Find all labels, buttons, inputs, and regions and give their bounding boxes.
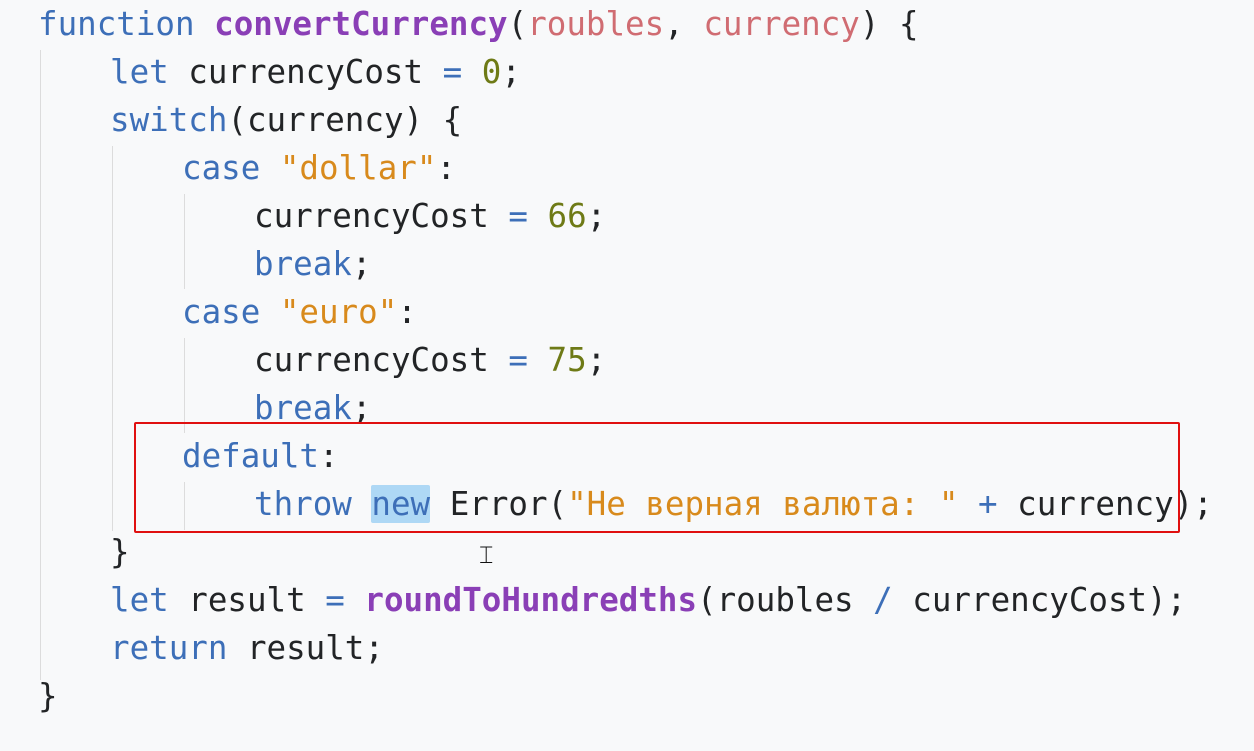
code-line[interactable]: currencyCost = 66;: [254, 192, 606, 240]
code-token: }: [38, 677, 58, 715]
code-token: ;: [586, 197, 607, 235]
code-token: result;: [227, 629, 384, 667]
code-token: switch: [110, 101, 228, 139]
code-token: 0: [481, 53, 502, 91]
code-line[interactable]: return result;: [110, 624, 384, 672]
code-token: }: [110, 533, 130, 571]
code-token: (currency) {: [227, 101, 463, 139]
code-token: (: [507, 5, 528, 43]
code-token: let: [110, 53, 169, 91]
code-token: return: [110, 629, 228, 667]
code-line[interactable]: let currencyCost = 0;: [110, 48, 521, 96]
code-token: =: [325, 581, 345, 619]
code-token: function: [38, 5, 195, 43]
code-editor[interactable]: function convertCurrency(roubles, curren…: [0, 0, 1254, 751]
code-token: :: [397, 293, 417, 331]
code-token: ,: [664, 5, 704, 43]
code-token: "euro": [279, 293, 398, 331]
code-token: (roubles: [697, 581, 874, 619]
code-token: convertCurrency: [214, 5, 508, 43]
annotation-highlight-box: [134, 422, 1180, 533]
code-token: ;: [501, 53, 521, 91]
text-cursor-icon: ⌶: [479, 541, 494, 569]
indent-guide-case-euro: [184, 338, 185, 433]
code-line[interactable]: case "euro":: [182, 288, 417, 336]
code-token: currencyCost: [168, 53, 443, 91]
code-token: =: [442, 53, 463, 91]
code-token: roundToHundredths: [364, 581, 698, 619]
code-token: currencyCost: [254, 197, 509, 235]
code-token: ;: [586, 341, 607, 379]
code-token: ;: [351, 245, 372, 283]
code-token: 66: [547, 197, 587, 235]
code-token: case: [182, 149, 261, 187]
code-token: /: [873, 581, 893, 619]
code-line[interactable]: break;: [254, 240, 371, 288]
indent-guide-case-dollar: [184, 194, 185, 289]
code-token: currencyCost);: [892, 581, 1187, 619]
code-line[interactable]: let result = roundToHundredths(roubles /…: [110, 576, 1186, 624]
code-token: let: [110, 581, 169, 619]
code-line[interactable]: currencyCost = 75;: [254, 336, 606, 384]
code-token: "dollar": [279, 149, 437, 187]
code-token: roubles: [527, 5, 665, 43]
code-line[interactable]: function convertCurrency(roubles, curren…: [38, 0, 919, 48]
code-token: ) {: [859, 5, 919, 43]
code-token: 75: [547, 341, 587, 379]
code-token: result: [168, 581, 326, 619]
indent-guide-function-body: [40, 50, 41, 680]
code-line[interactable]: switch(currency) {: [110, 96, 462, 144]
code-line[interactable]: case "dollar":: [182, 144, 456, 192]
code-token: currency: [703, 5, 860, 43]
code-line[interactable]: }: [110, 528, 130, 576]
code-token: currencyCost: [254, 341, 509, 379]
code-line[interactable]: }: [38, 672, 58, 720]
indent-guide-switch-body: [112, 146, 113, 531]
code-token: =: [508, 197, 528, 235]
code-token: break: [254, 245, 352, 283]
code-token: :: [436, 149, 456, 187]
code-token: =: [508, 341, 528, 379]
code-token: case: [182, 293, 261, 331]
